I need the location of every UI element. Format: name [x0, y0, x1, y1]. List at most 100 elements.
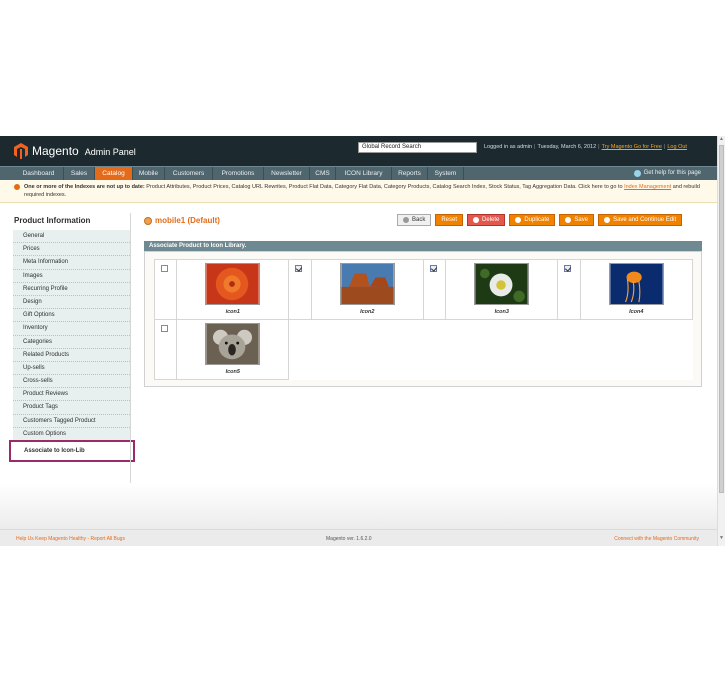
vertical-scrollbar[interactable]: ▲ ▼ [717, 136, 725, 546]
icon-caption: Icon5 [225, 369, 240, 375]
magento-logo[interactable]: Magento Admin Panel [14, 143, 136, 159]
global-search-input[interactable]: Global Record Search [358, 142, 477, 153]
icon-caption: Icon4 [629, 309, 644, 315]
sidebar-item-associate-icon-lib[interactable]: Associate to Icon-Lib [9, 440, 135, 462]
product-icon [144, 216, 152, 225]
icon-cell: Icon3 [445, 259, 559, 320]
sidebar-item-images[interactable]: Images [13, 269, 130, 283]
icon4-checkbox[interactable] [564, 265, 572, 272]
page-footer: Help Us Keep Magento Healthy - Report Al… [0, 529, 717, 546]
sidebar-item-product-tags[interactable]: Product Tags [13, 401, 130, 415]
index-notice: One or more of the Indexes are not up to… [0, 180, 717, 203]
notice-text: One or more of the Indexes are not up to… [14, 183, 711, 199]
sidebar-item-general[interactable]: General [13, 230, 130, 244]
page-title-text: mobile1 (Default) [155, 216, 220, 225]
icon-row: Icon5 [153, 319, 693, 380]
reset-label: Reset [441, 217, 458, 223]
logout-link[interactable]: Log Out [667, 144, 687, 150]
report-bugs-link[interactable]: Help Us Keep Magento Healthy - Report Al… [16, 536, 125, 542]
sidebar-item-inventory[interactable]: Inventory [13, 322, 130, 336]
nav-mobile[interactable]: Mobile [133, 167, 165, 180]
icon-checkbox-cell [288, 259, 312, 320]
icon-checkbox-cell [153, 259, 178, 320]
date-text: Tuesday, March 6, 2012 [537, 144, 597, 150]
jellyfish-thumbnail[interactable] [608, 263, 664, 305]
action-buttons: Back Reset Delete Duplicate Save Save an… [397, 214, 683, 226]
reset-button[interactable]: Reset [435, 214, 464, 226]
nav-customers[interactable]: Customers [165, 167, 213, 180]
nav-promotions[interactable]: Promotions [213, 167, 264, 180]
nav-newsletter[interactable]: Newsletter [264, 167, 310, 180]
sidebar-item-customers-tagged-product[interactable]: Customers Tagged Product [13, 414, 130, 428]
sidebar-item-design[interactable]: Design [13, 295, 130, 310]
white-flower-thumbnail[interactable] [474, 263, 530, 305]
nav-sales[interactable]: Sales [64, 167, 95, 180]
icon-caption: Icon2 [360, 309, 375, 315]
sidebar-item-gift-options[interactable]: Gift Options [13, 309, 130, 323]
sidebar-item-meta-information[interactable]: Meta Information [13, 256, 130, 270]
logged-in-text: Logged in as admin [484, 144, 533, 150]
save-continue-button[interactable]: Save and Continue Edit [598, 214, 683, 226]
community-link[interactable]: Connect with the Magento Community [614, 536, 699, 542]
icon3-checkbox[interactable] [429, 265, 437, 272]
sidebar-title: Product Information [14, 216, 91, 225]
help-link[interactable]: Get help for this page [633, 167, 701, 180]
icon-checkbox-cell [153, 319, 178, 380]
icon-cell: icon1 [176, 259, 290, 320]
icon-caption: Icon3 [494, 309, 509, 315]
icon2-checkbox[interactable] [295, 265, 303, 272]
nav-system[interactable]: System [428, 167, 464, 180]
section-header: Associate Product to Icon Library. [144, 241, 702, 251]
plus-icon [515, 217, 522, 223]
duplicate-button[interactable]: Duplicate [509, 214, 556, 226]
sidebar-item-custom-options[interactable]: Custom Options [13, 427, 130, 441]
delete-icon [473, 217, 480, 223]
nav-icon-library[interactable]: ICON Library [336, 167, 392, 180]
notice-bold: One or more of the Indexes are not up to… [24, 184, 145, 190]
notice-body: Product Attributes, Product Prices, Cata… [144, 184, 625, 190]
sidebar-item-cross-sells[interactable]: Cross-sells [13, 375, 130, 389]
admin-header: Magento Admin Panel Global Record Search… [0, 136, 717, 166]
koala-thumbnail[interactable] [205, 323, 261, 365]
icon-checkbox-cell [557, 259, 581, 320]
icon-library-section: icon1 Icon2 Icon3 Icon4 Icon5 [144, 251, 702, 387]
index-management-link[interactable]: Index Management [624, 184, 671, 190]
back-label: Back [412, 217, 426, 223]
icon-checkbox-cell [422, 259, 447, 320]
save-button[interactable]: Save [559, 214, 595, 226]
page-title: mobile1 (Default) [144, 216, 220, 225]
nav-reports[interactable]: Reports [392, 167, 428, 180]
desert-thumbnail[interactable] [339, 263, 395, 305]
product-info-sidebar: General Prices Meta Information Images R… [9, 230, 135, 462]
scrollbar-thumb[interactable] [719, 145, 724, 493]
sidebar-item-product-reviews[interactable]: Product Reviews [13, 388, 130, 402]
nav-catalog[interactable]: Catalog [95, 167, 133, 180]
icon-row: icon1 Icon2 Icon3 Icon4 [153, 259, 694, 320]
duplicate-label: Duplicate [524, 217, 550, 223]
icon-grid: icon1 Icon2 Icon3 Icon4 Icon5 [153, 259, 694, 380]
scroll-down-arrow-icon[interactable]: ▼ [719, 536, 724, 541]
nav-cms[interactable]: CMS [310, 167, 336, 180]
sidebar-item-categories[interactable]: Categories [13, 335, 130, 349]
delete-button[interactable]: Delete [467, 214, 506, 226]
sidebar-item-recurring-profile[interactable]: Recurring Profile [13, 282, 130, 296]
flower-red-thumbnail[interactable] [205, 263, 261, 305]
check-icon [565, 217, 572, 223]
header-user-info: Logged in as admin | Tuesday, March 6, 201… [484, 144, 687, 150]
browser-frame: Magento Admin Panel Global Record Search… [0, 136, 725, 546]
save-label: Save [574, 217, 589, 223]
sidebar-item-prices[interactable]: Prices [13, 243, 130, 257]
icon1-checkbox[interactable] [161, 265, 168, 272]
sidebar-item-up-sells[interactable]: Up-sells [13, 361, 130, 376]
try-magento-link[interactable]: Try Magento Go for Free [602, 144, 662, 150]
nav-dashboard[interactable]: Dashboard [14, 167, 64, 180]
main-nav: Dashboard Sales Catalog Mobile Customers… [0, 166, 717, 180]
scroll-up-arrow-icon[interactable]: ▲ [719, 137, 724, 142]
back-button[interactable]: Back [397, 214, 432, 226]
icon-cell: Icon2 [310, 259, 424, 320]
icon5-checkbox[interactable] [161, 325, 168, 332]
icon-cell: Icon5 [176, 319, 290, 380]
icon-cell: Icon4 [579, 259, 694, 320]
help-icon [633, 170, 641, 177]
sidebar-item-related-products[interactable]: Related Products [13, 348, 130, 362]
